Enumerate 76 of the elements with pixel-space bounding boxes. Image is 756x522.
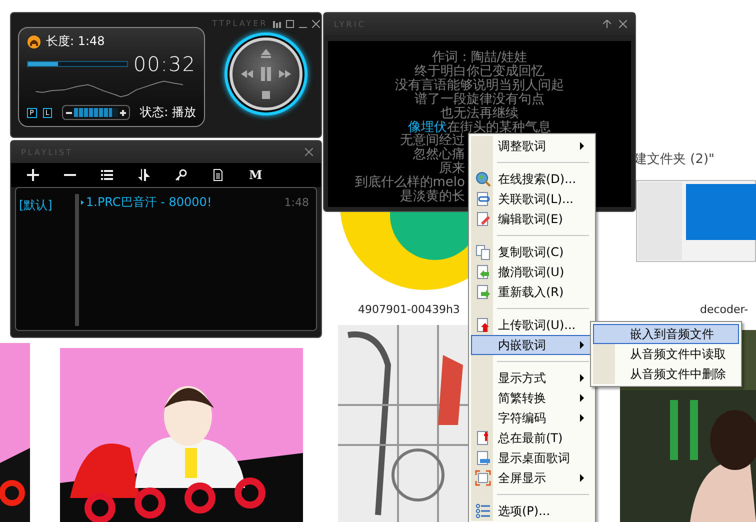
submenu-arrow-icon	[580, 474, 584, 482]
playlist-group[interactable]: [默认]	[19, 198, 52, 212]
options-icon	[475, 503, 491, 519]
file-name-label: decoder-	[700, 303, 748, 316]
document-icon[interactable]	[212, 169, 224, 181]
menu-item[interactable]: 编辑歌词(E)	[471, 209, 593, 229]
mode-button[interactable]: M	[249, 168, 262, 182]
submenu-arrow-icon	[580, 341, 584, 349]
menu-item[interactable]: 显示方式	[471, 368, 593, 388]
volume-slider[interactable]	[62, 105, 130, 120]
submenu-arrow-icon	[580, 142, 584, 150]
submenu-arrow-icon	[580, 414, 584, 422]
track-title: 1.PRC巴音汗 - 80000!	[86, 194, 213, 211]
length-label: 长度: 1:48	[46, 33, 105, 50]
menu-item[interactable]: 上传歌词(U)...	[471, 315, 593, 335]
submenu-arrow-icon	[580, 394, 584, 402]
menu-item[interactable]: 全屏显示	[471, 468, 593, 488]
minus-icon	[66, 110, 72, 116]
lyric-line: 也无法再继续	[440, 106, 518, 121]
fullscreen-icon	[475, 470, 491, 486]
globe-search-icon	[475, 171, 491, 187]
close-icon[interactable]	[619, 20, 627, 28]
submenu-arrow-icon	[580, 374, 584, 382]
playing-icon	[81, 200, 84, 205]
sort-icon[interactable]	[138, 169, 150, 181]
desktop-icon	[475, 450, 491, 466]
menu-item[interactable]: 字符编码	[471, 408, 593, 428]
track-duration: 1:48	[284, 196, 309, 209]
lyric-line: 到底什么样的melo	[354, 175, 465, 190]
close-icon[interactable]	[305, 148, 313, 156]
menu-item[interactable]: 从音频文件中删除	[593, 364, 739, 384]
menu-item[interactable]: 选项(P)...	[471, 501, 593, 521]
up-arrow-icon[interactable]	[603, 20, 611, 28]
lyric-line: 作词：陶喆/娃娃	[432, 50, 528, 65]
menu-item[interactable]: 复制歌词(C)	[471, 242, 593, 262]
elapsed-time: 00:32	[133, 52, 196, 76]
menu-item[interactable]: 调整歌词	[471, 136, 593, 156]
add-icon[interactable]	[27, 169, 39, 181]
previous-icon[interactable]	[241, 70, 253, 78]
upload-icon	[475, 317, 491, 333]
track-row[interactable]: 1.PRC巴音汗 - 80000! 1:48	[81, 194, 313, 211]
menu-item[interactable]: 内嵌歌词	[471, 335, 593, 355]
menu-item[interactable]: 撤消歌词(U)	[471, 262, 593, 282]
next-icon[interactable]	[279, 70, 291, 78]
maximize-icon[interactable]	[286, 20, 294, 28]
app-logo-icon	[27, 34, 41, 48]
eject-icon[interactable]	[261, 49, 271, 58]
menu-item[interactable]: 在线搜索(D)...	[471, 169, 593, 189]
pin-icon	[475, 430, 491, 446]
equalizer-icon[interactable]	[272, 20, 281, 28]
copy-icon	[475, 244, 491, 260]
menu-item[interactable]: 重新载入(R)	[471, 282, 593, 302]
menu-item[interactable]: 显示桌面歌词	[471, 448, 593, 468]
menu-item[interactable]: 嵌入到音频文件	[593, 324, 739, 344]
lyric-line: 无意间经过	[400, 133, 465, 148]
edit-document-icon	[475, 211, 491, 227]
menu-item[interactable]: 总在最前(T)	[471, 428, 593, 448]
key-icon[interactable]	[175, 169, 187, 181]
lyric-line: 是淡黄的长	[400, 189, 465, 204]
pause-icon[interactable]	[261, 67, 271, 81]
lyric-line: 原来	[439, 161, 465, 176]
link-document-icon	[475, 191, 491, 207]
close-icon[interactable]	[312, 20, 320, 28]
progress-bar[interactable]	[27, 61, 128, 67]
lyric-line: 忽然心痛	[413, 147, 465, 162]
lyric-line: 终于明白你已变成回忆	[414, 64, 544, 79]
status-label: 状态: 播放	[140, 104, 196, 121]
lyric-line: 没有言语能够说明当别人问起	[395, 78, 564, 93]
lyric-line: 谱了一段旋律没有句点	[414, 92, 544, 107]
menu-item[interactable]: 从音频文件中读取	[593, 344, 739, 364]
menu-item[interactable]: 关联歌词(L)...	[471, 189, 593, 209]
brand-label: TTPLAYER	[212, 19, 268, 28]
file-name-label: 4907901-00439h3	[358, 303, 460, 316]
plus-icon	[120, 110, 126, 116]
list-icon[interactable]	[101, 169, 113, 181]
menu-item[interactable]: 简繁转换	[471, 388, 593, 408]
